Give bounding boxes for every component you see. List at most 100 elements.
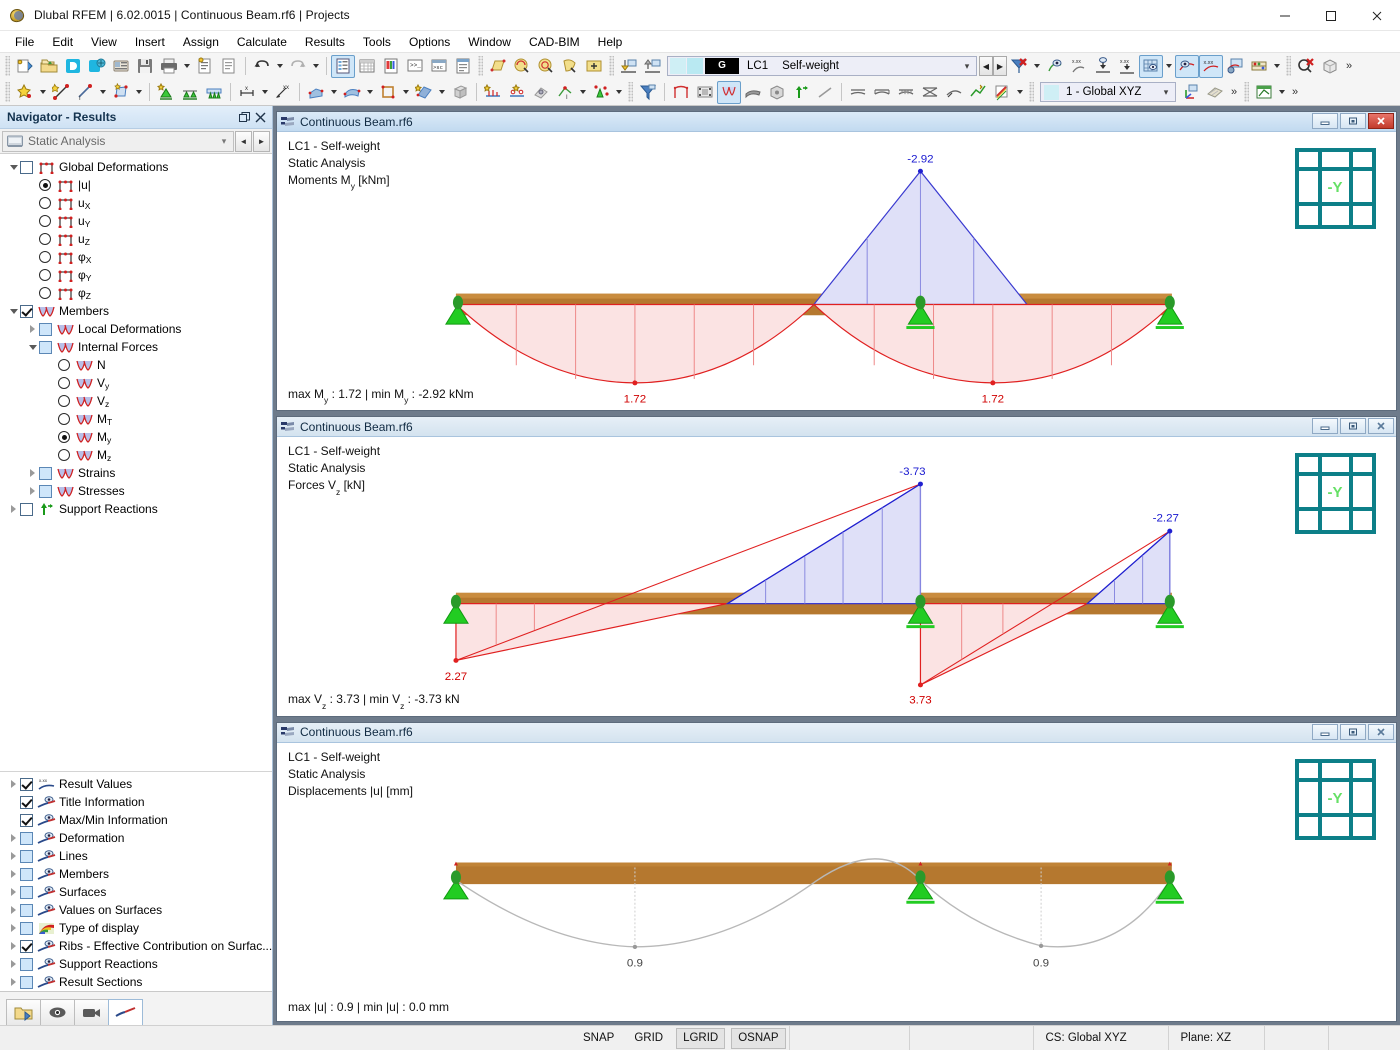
view-canvas-shear[interactable]: LC1 - Self-weight Static Analysis Forces… [277,437,1396,715]
tree-radio[interactable] [39,197,51,209]
view-minimize-button[interactable] [1312,724,1338,740]
tree-checkbox[interactable] [20,940,33,953]
tree-item-5[interactable]: φX [0,248,272,266]
support-reactions-icon[interactable] [789,81,813,104]
tree-item-6[interactable]: φY [0,266,272,284]
new-member-caret[interactable] [97,81,109,104]
soil-support-icon[interactable] [589,81,613,104]
toolbar-overflow-2[interactable]: » [1227,81,1241,103]
display-tree[interactable]: x.xxResult ValuesTitle InformationMax/Mi… [0,771,272,991]
tree-checkbox[interactable] [39,485,52,498]
tree-item-3[interactable]: uY [0,212,272,230]
tree-radio[interactable] [39,287,51,299]
results-tree[interactable]: Global Deformations|u|uXuYuZφXφYφZMember… [0,154,272,771]
navigator-panel-icon[interactable] [331,55,355,78]
view-minimize-button[interactable] [1312,418,1338,434]
menu-cad-bim[interactable]: CAD-BIM [520,32,589,52]
tree-expander[interactable] [7,847,20,865]
menu-help[interactable]: Help [589,32,632,52]
select-surface-icon[interactable] [486,55,510,78]
save-icon[interactable] [133,55,157,78]
tree-expander[interactable] [7,883,20,901]
new-surface-icon[interactable] [109,81,133,104]
spreadsheet-icon[interactable] [1252,81,1276,104]
tree-expander[interactable] [26,338,39,356]
show-result-diagram-icon[interactable] [1175,55,1199,78]
tree-checkbox[interactable] [20,778,33,791]
tree-radio[interactable] [39,269,51,281]
member-eccentricity-icon[interactable] [529,81,553,104]
tree-radio[interactable] [58,395,70,407]
chevron-down-icon[interactable]: ▾ [215,136,233,147]
diagram-hatched-icon[interactable] [894,81,918,104]
navigator-close-icon[interactable] [252,109,268,125]
results-navigator-tab[interactable] [108,999,143,1025]
filter-icon[interactable] [636,81,660,104]
maximize-button[interactable] [1308,0,1354,31]
surface-load-caret[interactable] [364,81,376,104]
tree-checkbox[interactable] [20,958,33,971]
surface-load-icon[interactable] [340,81,364,104]
tree-item-10[interactable]: Support Reactions [0,955,272,973]
display-navigator-tab[interactable] [40,999,75,1025]
tree-item-6[interactable]: Surfaces [0,883,272,901]
minimize-button[interactable] [1262,0,1308,31]
dlubal-network-icon[interactable] [85,55,109,78]
tree-radio[interactable] [39,233,51,245]
print-icon[interactable] [157,55,181,78]
document-icon[interactable] [217,55,241,78]
tree-radio[interactable] [58,413,70,425]
tree-item-0[interactable]: Global Deformations [0,158,272,176]
analysis-type-combo[interactable]: Static Analysis ▾ [2,131,234,152]
new-model-icon[interactable] [13,55,37,78]
tree-expander[interactable] [7,865,20,883]
tree-item-1[interactable]: |u| [0,176,272,194]
tree-expander[interactable] [7,919,20,937]
menu-options[interactable]: Options [400,32,459,52]
solid-caret[interactable] [436,81,448,104]
tree-item-10[interactable]: Internal Forces [0,338,272,356]
model-info-icon[interactable] [109,55,133,78]
surface-support-icon[interactable] [202,81,226,104]
menu-window[interactable]: Window [459,32,520,52]
tree-item-2[interactable]: Max/Min Information [0,811,272,829]
navigator-prev-button[interactable]: ◄ [235,131,252,152]
tree-item-1[interactable]: Title Information [0,793,272,811]
status-grid-toggle[interactable]: GRID [627,1028,670,1049]
navigator-next-button[interactable]: ► [253,131,270,152]
color-panel-icon[interactable] [379,55,403,78]
clear-selection-icon[interactable] [1294,55,1318,78]
view-minimize-button[interactable] [1312,113,1338,129]
diagram-flat-icon[interactable] [846,81,870,104]
view-title-bar-displacements[interactable]: Continuous Beam.rf6 [277,723,1396,743]
tree-item-15[interactable]: My [0,428,272,446]
toolbar-grip[interactable] [1244,82,1249,102]
table-panel-icon[interactable] [355,55,379,78]
tree-checkbox[interactable] [20,976,33,989]
tree-item-7[interactable]: Values on Surfaces [0,901,272,919]
member-result-intermediate-icon[interactable]: I [553,81,577,104]
undo-icon[interactable] [250,55,274,78]
color-scale-icon[interactable] [990,81,1014,104]
view-window-shear[interactable]: Continuous Beam.rf6 [276,416,1397,716]
toolbar-grip[interactable] [478,56,483,76]
member-hinge-icon[interactable] [505,81,529,104]
tree-checkbox[interactable] [20,886,33,899]
tree-checkbox[interactable] [20,868,33,881]
printout-report-icon[interactable] [193,55,217,78]
view-restore-button[interactable] [1340,724,1366,740]
chevron-down-icon[interactable]: ▾ [958,61,976,72]
toolbar-grip[interactable] [5,56,10,76]
menu-view[interactable]: View [82,32,126,52]
tree-checkbox[interactable] [20,161,33,174]
chevron-down-icon[interactable]: ▾ [1157,87,1175,98]
dimension-xx-icon[interactable]: xx [271,81,295,104]
member-load-icon[interactable] [304,81,328,104]
tree-expander[interactable] [7,500,20,518]
view-window-displacements[interactable]: Continuous Beam.rf6 [276,722,1397,1022]
result-max-icon[interactable]: x.xx [1115,55,1139,78]
toolbar-grip[interactable] [1286,56,1291,76]
tree-item-12[interactable]: Vy [0,374,272,392]
tree-expander[interactable] [26,464,39,482]
status-osnap-toggle[interactable]: OSNAP [731,1028,785,1049]
